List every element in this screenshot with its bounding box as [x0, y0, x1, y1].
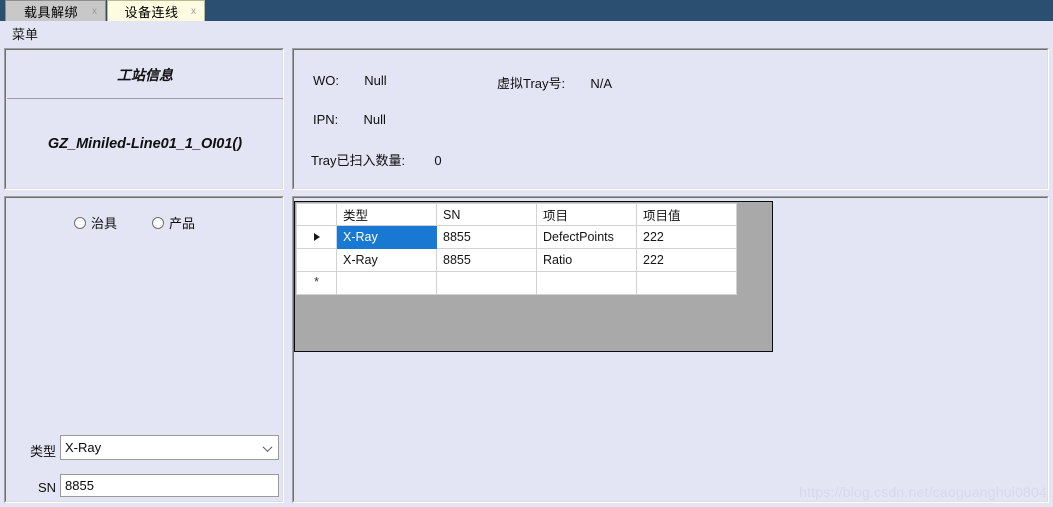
ipn-value: Null: [363, 112, 386, 127]
application-window: 载具解绑 x 设备连线 x 菜单 工站信息 GZ_Miniled-Line01_…: [0, 0, 1053, 507]
ipn-row: IPN: Null: [313, 112, 386, 127]
close-icon[interactable]: x: [187, 6, 200, 17]
grid-cell-type[interactable]: [336, 271, 437, 295]
sn-label: SN: [37, 480, 56, 495]
radio-fixture[interactable]: 治具: [74, 213, 117, 232]
row-header[interactable]: [296, 248, 337, 272]
chevron-down-icon[interactable]: [264, 436, 272, 459]
radio-product[interactable]: 产品: [152, 213, 195, 232]
grid-header-item-value[interactable]: 项目值: [636, 203, 737, 226]
data-grid[interactable]: 类型 SN 项目 项目值 X-Ray 8855 DefectPoints 222…: [294, 201, 773, 352]
station-info-panel: 工站信息 GZ_Miniled-Line01_1_OI01(): [4, 48, 284, 190]
tab-device-connect-label: 设备连线: [124, 4, 179, 20]
tray-count-row: Tray已扫入数量: 0: [311, 150, 442, 169]
object-type-radio-group: 治具 产品: [6, 213, 284, 233]
tab-device-connect[interactable]: 设备连线 x: [107, 0, 205, 21]
wo-row: WO: Null: [313, 73, 387, 88]
station-info-title: 工站信息: [7, 51, 283, 99]
station-info-inner: 工站信息 GZ_Miniled-Line01_1_OI01(): [5, 49, 283, 189]
radio-product-label: 产品: [169, 216, 196, 231]
grid-cell-sn[interactable]: 8855: [436, 225, 537, 249]
table-row-new[interactable]: *: [296, 271, 737, 295]
data-grid-table: 类型 SN 项目 项目值 X-Ray 8855 DefectPoints 222…: [296, 203, 737, 295]
grid-cell-sn[interactable]: [436, 271, 537, 295]
menu-bar: 菜单: [0, 21, 1053, 45]
grid-cell-sn[interactable]: 8855: [436, 248, 537, 272]
grid-header-row: 类型 SN 项目 项目值: [296, 203, 737, 226]
grid-cell-item[interactable]: [536, 271, 637, 295]
grid-cell-type[interactable]: X-Ray: [336, 225, 437, 249]
menu-item-menu[interactable]: 菜单: [0, 22, 46, 45]
table-row[interactable]: X-Ray 8855 DefectPoints 222: [296, 225, 737, 249]
virtual-tray-value: N/A: [590, 76, 613, 91]
grid-cell-type[interactable]: X-Ray: [336, 248, 437, 272]
type-label: 类型: [29, 444, 56, 459]
order-info-inner: WO: Null 虚拟Tray号: N/A IPN: Null Tray已扫入数…: [293, 49, 1048, 189]
tray-count-value: 0: [434, 153, 442, 168]
grid-cell-item-value[interactable]: 222: [636, 248, 737, 272]
type-combobox[interactable]: X-Ray: [60, 435, 279, 460]
new-row-asterisk-icon: *: [313, 274, 320, 289]
wo-label: WO:: [313, 73, 339, 88]
table-row[interactable]: X-Ray 8855 Ratio 222: [296, 248, 737, 272]
order-info-panel: WO: Null 虚拟Tray号: N/A IPN: Null Tray已扫入数…: [292, 48, 1049, 190]
grid-header-sn[interactable]: SN: [436, 203, 537, 226]
tab-carrier-unbind-label: 载具解绑: [23, 4, 78, 20]
grid-cell-item[interactable]: DefectPoints: [536, 225, 637, 249]
radio-button-icon: [152, 216, 164, 229]
station-name-value: GZ_Miniled-Line01_1_OI01(): [47, 136, 243, 152]
virtual-tray-label: 虚拟Tray号:: [497, 76, 566, 91]
close-icon[interactable]: x: [88, 6, 101, 17]
type-combobox-value: X-Ray: [65, 440, 102, 455]
grid-panel: 类型 SN 项目 项目值 X-Ray 8855 DefectPoints 222…: [292, 196, 1049, 503]
grid-corner-header: [296, 203, 337, 226]
tab-strip: 载具解绑 x 设备连线 x: [0, 0, 1053, 21]
virtual-tray-row: 虚拟Tray号: N/A: [497, 73, 612, 92]
grid-header-item[interactable]: 项目: [536, 203, 637, 226]
row-header-new[interactable]: *: [296, 271, 337, 295]
entry-form-panel: 治具 产品 类型 X-Ray SN 8855 项目 Ratio 项: [4, 196, 284, 503]
tray-count-label: Tray已扫入数量:: [311, 153, 406, 168]
grid-cell-item-value[interactable]: 222: [636, 225, 737, 249]
watermark: https://blog.csdn.net/caoguanghui0804: [799, 484, 1047, 500]
entry-form-inner: 治具 产品 类型 X-Ray SN 8855 项目 Ratio 项: [5, 197, 283, 502]
grid-header-type[interactable]: 类型: [336, 203, 437, 226]
radio-fixture-label: 治具: [91, 216, 118, 231]
grid-panel-inner: 类型 SN 项目 项目值 X-Ray 8855 DefectPoints 222…: [293, 197, 1048, 502]
grid-cell-item[interactable]: Ratio: [536, 248, 637, 272]
grid-cell-item-value[interactable]: [636, 271, 737, 295]
sn-input-value: 8855: [65, 478, 94, 493]
current-row-triangle-icon: [313, 233, 320, 242]
tab-carrier-unbind[interactable]: 载具解绑 x: [5, 0, 106, 21]
vertical-splitter[interactable]: [285, 45, 292, 507]
sn-input[interactable]: 8855: [60, 474, 279, 497]
radio-button-icon: [74, 216, 86, 229]
wo-value: Null: [364, 73, 387, 88]
ipn-label: IPN:: [313, 112, 339, 127]
row-header-current[interactable]: [296, 225, 337, 249]
